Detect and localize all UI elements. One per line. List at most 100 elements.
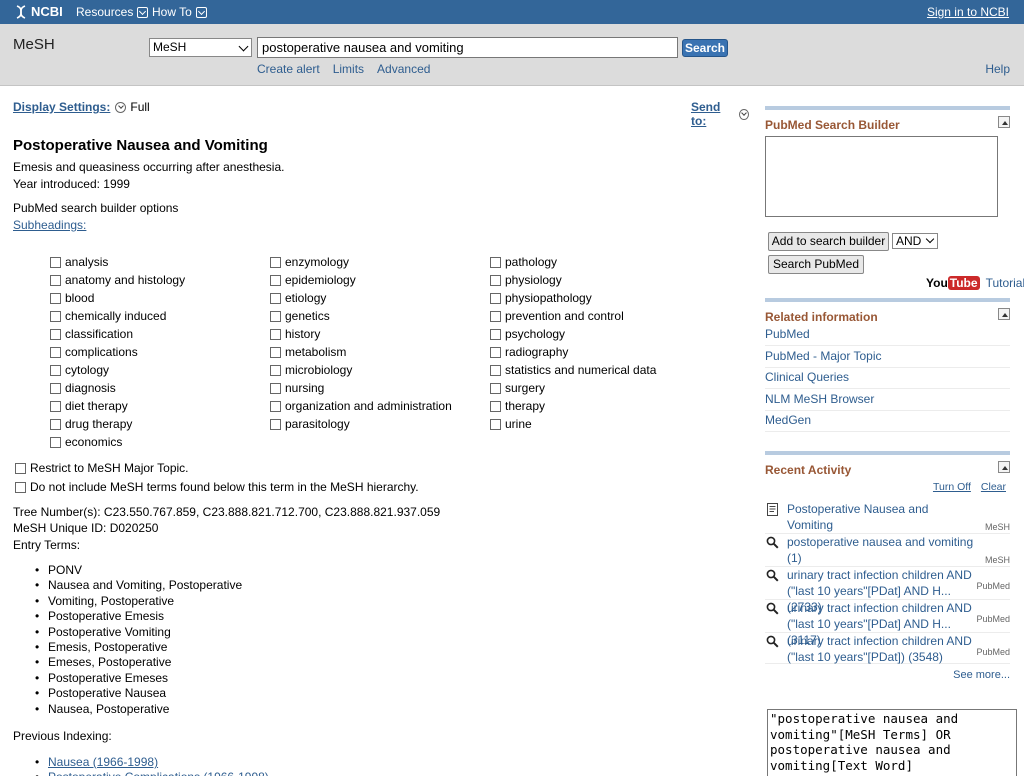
subheading-option[interactable]: psychology [490,325,656,343]
subheading-option[interactable]: drug therapy [50,415,185,433]
previous-indexing-item[interactable]: Nausea (1966-1998) [13,755,269,770]
howto-menu[interactable]: How To [152,5,207,19]
youtube-tutorial[interactable]: You Tube Tutorial [926,276,1024,290]
subheading-option[interactable]: history [270,325,452,343]
ncbi-logo[interactable]: NCBI [14,4,63,19]
subheading-option[interactable]: epidemiology [270,271,452,289]
chevron-down-icon[interactable] [738,108,749,120]
send-to-label[interactable]: Send to: [691,100,734,128]
turn-off-link[interactable]: Turn Off [933,481,971,493]
subheading-checkbox[interactable] [50,364,61,376]
subheading-option[interactable]: statistics and numerical data [490,361,656,379]
subheading-checkbox[interactable] [50,328,61,340]
previous-indexing-link[interactable]: Postoperative Complications (1966-1998) [48,770,269,776]
subheading-checkbox[interactable] [270,328,281,340]
recent-activity-item[interactable]: urinary tract infection children AND ("l… [765,600,1010,647]
subheading-checkbox[interactable] [270,382,281,394]
recent-activity-link[interactable]: Postoperative Nausea and Vomiting [787,501,977,533]
subheading-option[interactable]: prevention and control [490,307,656,325]
search-pubmed-button[interactable]: Search PubMed [768,255,864,274]
subheading-checkbox[interactable] [50,346,61,358]
subheading-checkbox[interactable] [490,364,501,376]
related-info-link[interactable]: PubMed [765,325,1010,346]
subheading-option[interactable]: blood [50,289,185,307]
subheading-option[interactable]: urine [490,415,656,433]
limits-link[interactable]: Limits [333,62,364,76]
recent-activity-item[interactable]: Postoperative Nausea and Vomiting MeSH [765,501,1010,534]
collapse-icon[interactable] [998,116,1010,128]
operator-select[interactable]: AND [892,233,938,249]
resources-menu[interactable]: Resources [76,5,149,19]
subheading-option[interactable]: parasitology [270,415,452,433]
subheading-option[interactable]: diet therapy [50,397,185,415]
subheading-checkbox[interactable] [270,346,281,358]
previous-indexing-link[interactable]: Nausea (1966-1998) [48,755,158,769]
collapse-icon[interactable] [998,308,1010,320]
chevron-down-icon[interactable] [115,101,127,113]
subheading-checkbox[interactable] [490,310,501,322]
subheading-checkbox[interactable] [50,400,61,412]
help-link[interactable]: Help [985,62,1010,76]
subheading-checkbox[interactable] [270,364,281,376]
subheading-checkbox[interactable] [50,436,61,448]
subheading-checkbox[interactable] [490,292,501,304]
subheading-option[interactable]: organization and administration [270,397,452,415]
subheading-checkbox[interactable] [270,418,281,430]
subheading-option[interactable]: cytology [50,361,185,379]
subheading-checkbox[interactable] [50,310,61,322]
subheading-option[interactable]: physiopathology [490,289,656,307]
related-info-link[interactable]: NLM MeSH Browser [765,390,1010,411]
subheading-option[interactable]: microbiology [270,361,452,379]
previous-indexing-item[interactable]: Postoperative Complications (1966-1998) [13,770,269,776]
subheading-option[interactable]: radiography [490,343,656,361]
related-info-link[interactable]: Clinical Queries [765,368,1010,389]
subheading-checkbox[interactable] [490,274,501,286]
restrict-major-checkbox[interactable] [15,462,26,474]
subheading-option[interactable]: chemically induced [50,307,185,325]
subheadings-link[interactable]: Subheadings: [13,218,86,232]
subheading-checkbox[interactable] [50,418,61,430]
subheading-option[interactable]: physiology [490,271,656,289]
clear-link[interactable]: Clear [981,481,1006,493]
see-more-link[interactable]: See more... [953,669,1010,681]
recent-activity-item[interactable]: postoperative nausea and vomiting (1) MeS… [765,534,1010,567]
subheading-option[interactable]: anatomy and histology [50,271,185,289]
recent-activity-link[interactable]: urinary tract infection children AND ("l… [787,633,977,665]
subheading-checkbox[interactable] [270,274,281,286]
subheading-option[interactable]: pathology [490,253,656,271]
subheading-option[interactable]: complications [50,343,185,361]
search-details-textarea[interactable]: "postoperative nausea and vomiting"[MeSH… [767,709,1017,776]
subheading-checkbox[interactable] [490,256,501,268]
no-explode-option[interactable]: Do not include MeSH terms found below th… [15,478,419,496]
related-info-link[interactable]: PubMed - Major Topic [765,347,1010,368]
subheading-checkbox[interactable] [50,292,61,304]
subheading-option[interactable]: nursing [270,379,452,397]
add-to-search-builder-button[interactable]: Add to search builder [768,232,889,251]
subheading-checkbox[interactable] [50,382,61,394]
subheading-option[interactable]: analysis [50,253,185,271]
subheading-option[interactable]: classification [50,325,185,343]
collapse-icon[interactable] [998,461,1010,473]
subheading-checkbox[interactable] [270,256,281,268]
search-input[interactable]: postoperative nausea and vomiting [257,37,678,58]
subheading-checkbox[interactable] [490,418,501,430]
subheading-checkbox[interactable] [490,400,501,412]
search-builder-textarea[interactable] [765,136,998,217]
recent-activity-item[interactable]: urinary tract infection children AND ("l… [765,633,1010,664]
subheading-option[interactable]: metabolism [270,343,452,361]
advanced-link[interactable]: Advanced [377,62,430,76]
subheading-option[interactable]: surgery [490,379,656,397]
subheading-checkbox[interactable] [50,274,61,286]
restrict-major-option[interactable]: Restrict to MeSH Major Topic. [15,459,189,477]
subheading-checkbox[interactable] [490,382,501,394]
subheading-option[interactable]: enzymology [270,253,452,271]
no-explode-checkbox[interactable] [15,481,26,493]
recent-activity-item[interactable]: urinary tract infection children AND ("l… [765,567,1010,614]
subheading-option[interactable]: therapy [490,397,656,415]
subheading-option[interactable]: genetics [270,307,452,325]
send-to[interactable]: Send to: [691,100,753,128]
subheading-checkbox[interactable] [270,400,281,412]
create-alert-link[interactable]: Create alert [257,62,320,76]
subheading-checkbox[interactable] [50,256,61,268]
display-settings-label[interactable]: Display Settings: [13,100,110,114]
